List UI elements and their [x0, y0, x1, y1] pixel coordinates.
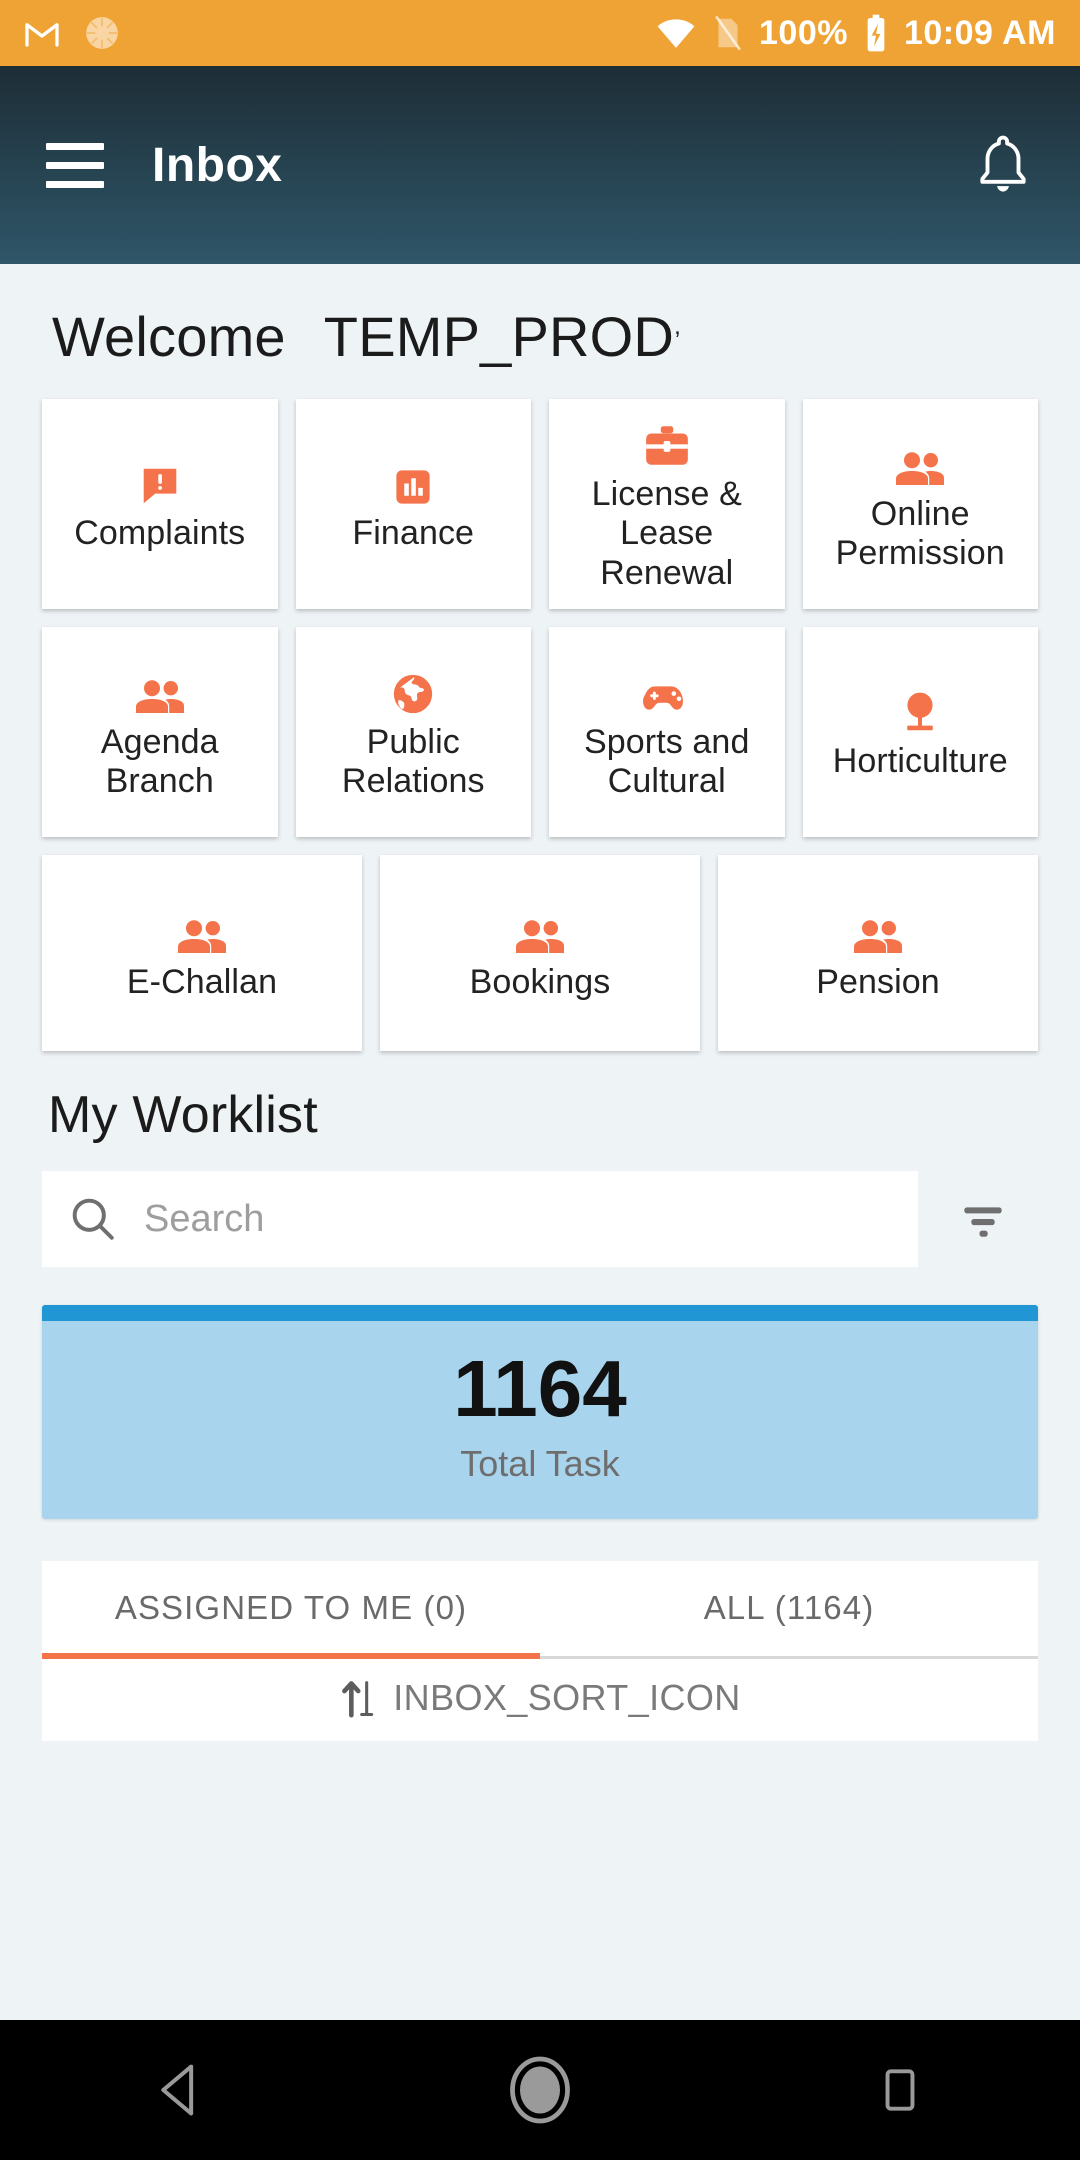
bell-icon[interactable]	[972, 130, 1034, 200]
total-task-label: Total Task	[460, 1443, 620, 1484]
gmail-icon	[24, 18, 60, 48]
wifi-icon	[655, 15, 697, 51]
worklist-heading: My Worklist	[48, 1086, 318, 1144]
tile-label: E-Challan	[126, 963, 278, 1002]
tile-label: Sports and Cultural	[584, 722, 750, 800]
gamepad-icon	[641, 663, 693, 717]
search-box[interactable]	[42, 1171, 918, 1267]
people-icon	[176, 903, 228, 957]
globe-icon	[390, 663, 436, 717]
tile-label: Agenda Branch	[100, 722, 219, 800]
page-title: Inbox	[152, 138, 283, 192]
clock-label: 10:09 AM	[903, 14, 1056, 52]
tile-label: Pension	[816, 963, 940, 1002]
tile-row: E-Challan Bookings Pension	[42, 855, 1038, 1051]
tile-row: Complaints Finance License & Lease Renew…	[42, 399, 1038, 609]
search-row	[0, 1145, 1080, 1267]
filter-icon[interactable]	[928, 1191, 1038, 1247]
tile-bookings[interactable]: Bookings	[380, 855, 700, 1051]
tile-label: Public Relations	[341, 722, 485, 800]
tile-online-permission[interactable]: Online Permission	[802, 399, 1038, 609]
total-task-card[interactable]: 1164 Total Task	[42, 1305, 1038, 1519]
status-bar: 100% 10:09 AM	[0, 0, 1080, 66]
tile-label: License & Lease Renewal	[591, 474, 742, 592]
total-task-count: 1164	[453, 1344, 627, 1433]
main-content: Welcome TEMP_PROD, Complaints Finance Li…	[0, 264, 1080, 2020]
sun-circle-icon	[82, 13, 122, 53]
recents-square-icon[interactable]	[825, 2063, 975, 2117]
briefcase-icon	[642, 415, 692, 469]
inbox-sort-row[interactable]: INBOX_SORT_ICON	[42, 1658, 1038, 1741]
tile-complaints[interactable]: Complaints	[42, 399, 278, 609]
status-bar-notification-icons	[24, 13, 122, 53]
worklist-tabs: ASSIGNED TO ME (0) ALL (1164)	[42, 1561, 1038, 1659]
hamburger-line	[46, 142, 104, 150]
module-tile-grid: Complaints Finance License & Lease Renew…	[0, 369, 1080, 1069]
welcome-greeting: Welcome	[52, 305, 286, 368]
no-sim-icon	[713, 14, 743, 52]
status-bar-system-icons: 100% 10:09 AM	[655, 13, 1056, 53]
tile-label: Complaints	[74, 514, 246, 553]
phone-screen: 100% 10:09 AM Inbox Welcome TEMP_PROD, C…	[0, 0, 1080, 2160]
tile-horticulture[interactable]: Horticulture	[802, 627, 1038, 837]
tile-finance[interactable]: Finance	[295, 399, 531, 609]
welcome-username: TEMP_PROD	[323, 305, 675, 368]
battery-charging-icon	[864, 13, 888, 53]
tab-assigned-to-me[interactable]: ASSIGNED TO ME (0)	[42, 1561, 540, 1659]
people-icon	[134, 663, 186, 717]
tab-all[interactable]: ALL (1164)	[540, 1561, 1038, 1656]
people-icon	[514, 903, 566, 957]
tile-license-lease-renewal[interactable]: License & Lease Renewal	[549, 399, 785, 609]
sort-arrows-icon	[339, 1675, 379, 1721]
tile-label: Horticulture	[832, 742, 1008, 781]
total-task-body: 1164 Total Task	[42, 1321, 1038, 1519]
tile-label: Online Permission	[835, 494, 1005, 572]
tile-public-relations[interactable]: Public Relations	[295, 627, 531, 837]
chart-bar-icon	[392, 454, 434, 508]
hamburger-line	[46, 180, 104, 188]
comment-alert-icon	[137, 454, 183, 508]
android-navigation-bar	[0, 2020, 1080, 2160]
hamburger-line	[46, 161, 104, 169]
worklist-tabs-card: ASSIGNED TO ME (0) ALL (1164) INBOX_SORT…	[42, 1561, 1038, 1741]
total-task-accent-bar	[42, 1305, 1038, 1321]
app-bar: Inbox	[0, 66, 1080, 264]
people-icon	[894, 435, 946, 489]
search-icon	[68, 1194, 118, 1244]
battery-percent-label: 100%	[759, 14, 848, 52]
search-input[interactable]	[144, 1197, 892, 1241]
tile-e-challan[interactable]: E-Challan	[42, 855, 362, 1051]
welcome-tail: ,	[674, 313, 681, 340]
inbox-sort-label: INBOX_SORT_ICON	[393, 1676, 741, 1718]
hamburger-menu-icon[interactable]	[46, 142, 104, 188]
tile-label: Finance	[352, 514, 475, 553]
back-triangle-icon[interactable]	[105, 2061, 255, 2119]
tile-pension[interactable]: Pension	[718, 855, 1038, 1051]
home-circle-icon[interactable]	[465, 2055, 615, 2125]
people-icon	[852, 903, 904, 957]
tile-label: Bookings	[469, 963, 611, 1002]
tile-agenda-branch[interactable]: Agenda Branch	[42, 627, 278, 837]
tile-row: Agenda Branch Public Relations Sports an…	[42, 627, 1038, 837]
welcome-heading: Welcome TEMP_PROD,	[0, 264, 1080, 369]
tree-icon	[898, 682, 942, 736]
tile-sports-and-cultural[interactable]: Sports and Cultural	[549, 627, 785, 837]
